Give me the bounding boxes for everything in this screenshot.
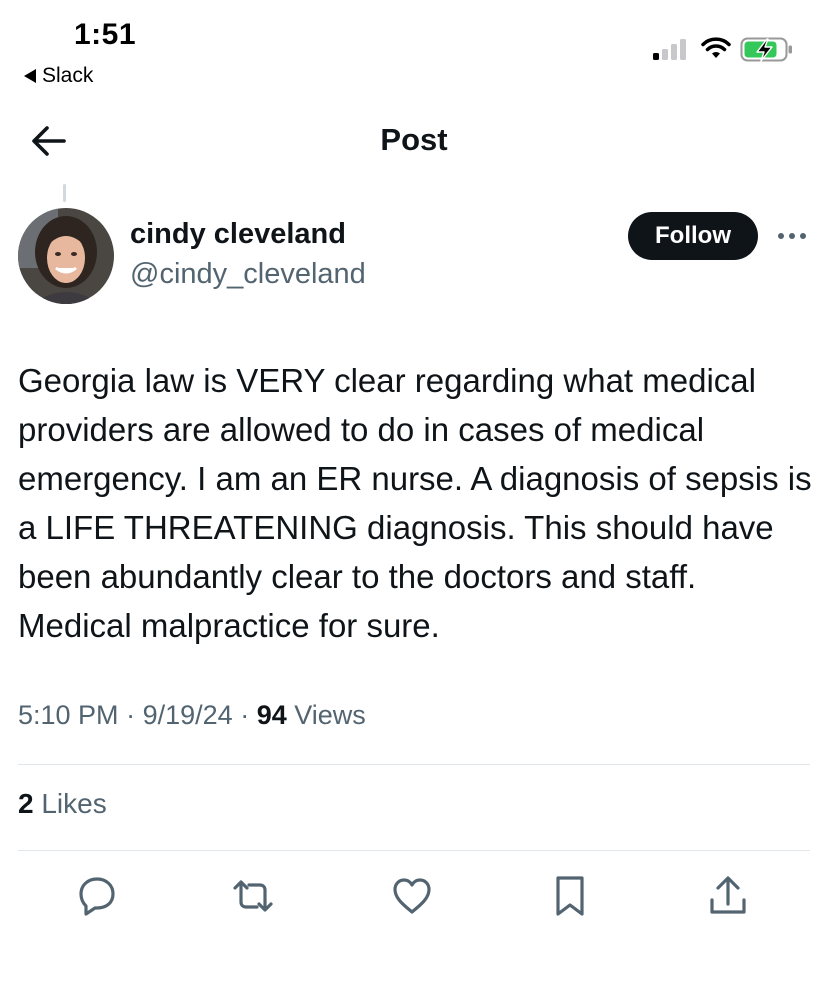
nav-bar: Post — [0, 100, 828, 184]
likes-link[interactable]: 2 Likes — [18, 788, 107, 820]
divider — [18, 764, 810, 765]
post-meta: 5:10 PM · 9/19/24 · 94 Views — [18, 700, 366, 731]
avatar-image — [18, 208, 114, 304]
author-handle[interactable]: @cindy_cleveland — [130, 258, 366, 291]
post-time[interactable]: 5:10 PM — [18, 700, 119, 730]
repost-icon[interactable] — [231, 874, 275, 918]
back-triangle-icon — [24, 69, 36, 83]
follow-button[interactable]: Follow — [628, 212, 758, 260]
likes-label: Likes — [41, 788, 107, 819]
page-title: Post — [380, 122, 448, 157]
bookmark-icon[interactable] — [548, 874, 592, 918]
like-icon[interactable] — [390, 874, 434, 918]
share-icon[interactable] — [706, 874, 750, 918]
divider — [18, 850, 810, 851]
status-time: 1:51 — [74, 18, 137, 51]
author-display-name[interactable]: cindy cleveland — [130, 218, 346, 251]
status-bar: 1:51 Slack — [0, 0, 828, 100]
thread-line — [63, 184, 66, 202]
meta-separator: · — [240, 700, 257, 730]
meta-separator: · — [126, 700, 143, 730]
avatar[interactable] — [18, 208, 114, 304]
back-app-label: Slack — [42, 64, 94, 87]
wifi-icon — [701, 37, 731, 58]
battery-charging-icon — [740, 37, 792, 62]
post-text: Georgia law is VERY clear regarding what… — [18, 362, 812, 644]
more-options-icon[interactable] — [776, 224, 808, 248]
views-count: 94 — [256, 700, 287, 730]
back-to-app-link[interactable]: Slack — [24, 64, 93, 88]
views-label: Views — [294, 700, 366, 730]
cellular-signal-icon — [653, 39, 686, 60]
post-date[interactable]: 9/19/24 — [143, 700, 233, 730]
likes-count: 2 — [18, 788, 34, 819]
reply-icon[interactable] — [75, 874, 119, 918]
